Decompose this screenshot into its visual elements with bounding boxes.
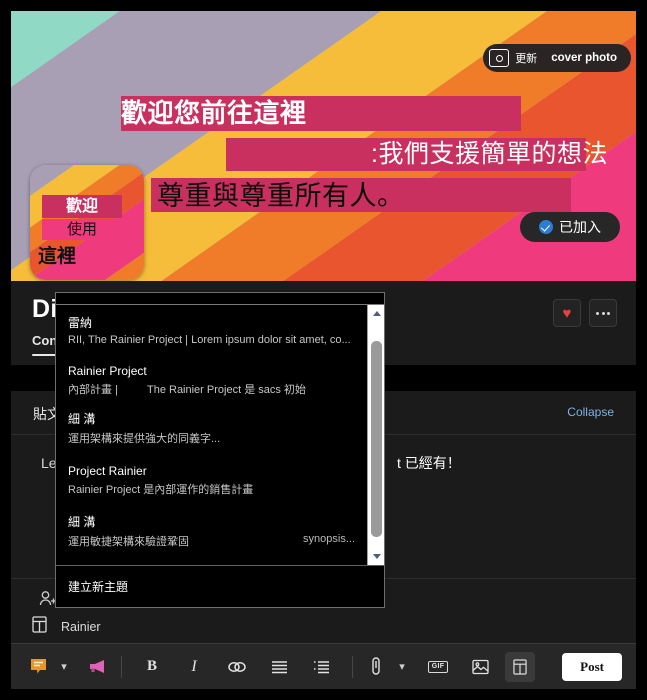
joined-button-label: 已加入 (559, 219, 601, 235)
list-item-subtitle: 運用架構來提供強大的同義字... (68, 433, 221, 445)
profile-tabs: Con (32, 333, 58, 356)
post-text-right: t 已經有！ (397, 455, 461, 471)
list-item-subtitle-main: 運用敏捷架構來驗證鞏固 (68, 536, 189, 548)
dropdown-body: 雷納 RII, The Rainier Project | Lorem ipsu… (56, 305, 384, 565)
header-actions: ♥ (553, 299, 617, 327)
list-item[interactable]: Rainier Project 內部計畫 | The Rainier Proje… (68, 364, 355, 397)
list-item-trailing: The Rainier Project 是 sacs 初始 (146, 384, 306, 396)
scrollbar-thumb[interactable] (371, 341, 382, 537)
italic-button[interactable]: I (181, 652, 207, 682)
dropdown-list: 雷納 RII, The Rainier Project | Lorem ipsu… (56, 305, 367, 565)
post-type-chevron-icon[interactable]: ▾ (51, 652, 77, 682)
list-item[interactable]: 細 溝 運用架構來提供強大的同義字... (68, 410, 355, 446)
cover-headline: 歡迎您前往這裡 :我們支援簡單的想法 尊重與尊重所有人。 (121, 96, 636, 216)
list-item[interactable]: Project Rainier Rainier Project 是內部運作的銷售… (68, 464, 355, 497)
app-root: ♥ 歡迎您前往這裡 :我們支援簡單的想法 尊重與尊重所有人。 更新 cover … (0, 0, 647, 700)
avatar[interactable]: 歡迎 使用 這裡 (30, 165, 144, 280)
more-horizontal-icon (596, 311, 610, 315)
post-button[interactable]: Post (562, 652, 622, 681)
avatar-line-2: 使用 (42, 219, 122, 240)
tab-conversations[interactable]: Con (32, 333, 58, 356)
toolbar-divider (121, 655, 122, 678)
attached-resource-label: Rainier (61, 620, 101, 634)
attached-resource-row[interactable]: Rainier (11, 611, 636, 643)
list-item-subtitle-main: 內部計畫 | (68, 384, 118, 396)
cover-headline-line-1: 歡迎您前往這裡 (121, 96, 521, 131)
more-options-button[interactable] (589, 299, 617, 327)
link-button[interactable] (224, 652, 250, 682)
avatar-line-3: 這裡 (38, 246, 77, 267)
favorite-button[interactable]: ♥ (553, 299, 581, 327)
attach-button[interactable] (363, 652, 389, 682)
list-item-trailing: synopsis... (303, 533, 355, 545)
attach-chevron-icon[interactable]: ▾ (389, 652, 415, 682)
list-item[interactable]: 雷納 RII, The Rainier Project | Lorem ipsu… (68, 314, 355, 346)
camera-icon (489, 49, 510, 67)
update-cover-photo-en-label: cover photo (551, 52, 617, 64)
list-item-subtitle: 運用敏捷架構來驗證鞏固 synopsis... (68, 533, 355, 549)
scroll-up-arrow-icon[interactable] (368, 305, 384, 322)
bold-button[interactable]: B (139, 652, 165, 682)
gif-button[interactable]: GIF (425, 652, 451, 682)
topic-suggestion-dropdown: 雷納 RII, The Rainier Project | Lorem ipsu… (55, 292, 385, 608)
dropdown-search-field[interactable] (56, 293, 384, 305)
bulleted-list-button[interactable] (266, 652, 292, 682)
numbered-list-button[interactable] (308, 652, 334, 682)
toolbar-divider-2 (352, 655, 353, 678)
book-icon (32, 616, 47, 638)
cover-headline-line-3: 尊重與尊重所有人。 (157, 180, 405, 211)
cover-headline-line-2: :我們支援簡單的想法 (371, 139, 608, 168)
announcement-icon[interactable] (85, 652, 111, 682)
update-cover-photo-zh-label: 更新 (515, 53, 538, 65)
collapse-link[interactable]: Collapse (567, 405, 614, 419)
image-button[interactable] (467, 652, 493, 682)
update-cover-photo-button[interactable]: 更新 cover photo (483, 44, 631, 72)
heart-icon: ♥ (562, 304, 572, 322)
list-item-subtitle: 內部計畫 | The Rainier Project 是 sacs 初始 (68, 381, 355, 397)
list-item-title: Project Rainier (68, 464, 147, 478)
create-new-topic-item[interactable]: 建立新主題 (56, 565, 384, 607)
check-circle-icon (539, 220, 553, 234)
joined-button[interactable]: 已加入 (520, 212, 620, 242)
list-item-title: 雷納 (68, 316, 93, 330)
library-button[interactable] (505, 651, 535, 682)
avatar-line-1: 歡迎 (42, 195, 122, 218)
list-item-title: Rainier Project (68, 364, 147, 378)
list-item-title: 細 溝 (68, 412, 96, 426)
list-item-subtitle: Rainier Project 是內部運作的銷售計畫 (68, 484, 254, 496)
post-type-icon[interactable] (25, 652, 51, 682)
scroll-down-arrow-icon[interactable] (368, 548, 384, 565)
list-item-title: 細 溝 (68, 515, 96, 529)
page-title: Di (32, 295, 58, 323)
list-item[interactable]: 細 溝 運用敏捷架構來驗證鞏固 synopsis... (68, 513, 355, 549)
dropdown-scrollbar[interactable] (367, 305, 384, 565)
tab-conversations-label: Con (32, 333, 58, 348)
list-item-subtitle: RII, The Rainier Project | Lorem ipsum d… (68, 334, 351, 346)
composer-toolbar: ▾ B I ▾ GIF Post (11, 643, 636, 689)
